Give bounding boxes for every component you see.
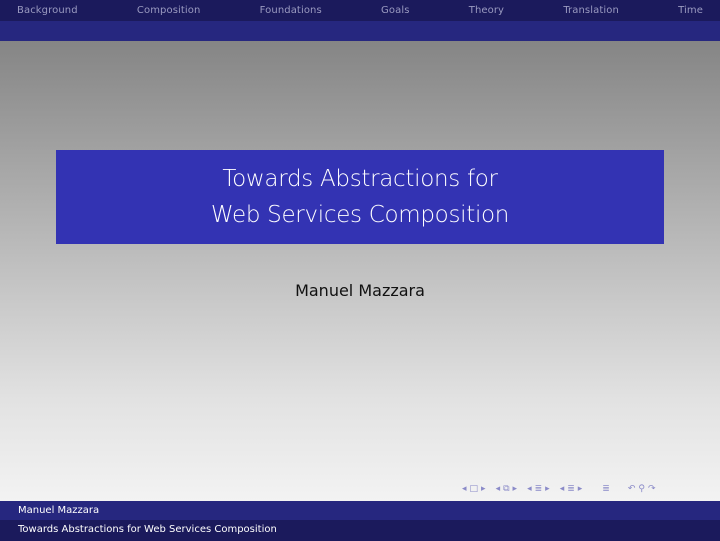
frame-prev-icon[interactable]: ◂ xyxy=(462,484,467,494)
slide-title-line-2: Web Services Composition xyxy=(210,202,510,228)
subframe-next-icon[interactable]: ▸ xyxy=(513,484,518,494)
subsection-next-icon[interactable]: ▸ xyxy=(578,484,583,494)
slide-title-line-1: Towards Abstractions for xyxy=(222,166,498,192)
back-icon[interactable]: ↶ xyxy=(628,484,636,494)
nav-section-foundations[interactable]: Foundations xyxy=(260,5,322,16)
forward-icon[interactable]: ↷ xyxy=(648,484,656,494)
nav-section-time[interactable]: Time xyxy=(678,5,703,16)
subsection-icon[interactable]: ≣ xyxy=(567,484,575,494)
section-prev-icon[interactable]: ◂ xyxy=(527,484,532,494)
section-navigation: Background Composition Foundations Goals… xyxy=(0,0,720,21)
frame-next-icon[interactable]: ▸ xyxy=(481,484,486,494)
footer-title: Towards Abstractions for Web Services Co… xyxy=(0,520,720,541)
nav-section-theory[interactable]: Theory xyxy=(469,5,504,16)
document-icon[interactable]: ≣ xyxy=(602,484,610,494)
footer-author: Manuel Mazzara xyxy=(0,501,720,520)
slide-author: Manuel Mazzara xyxy=(295,281,425,300)
slide-background xyxy=(0,41,720,501)
section-next-icon[interactable]: ▸ xyxy=(545,484,550,494)
frame-icon[interactable]: □ xyxy=(470,484,479,494)
section-icon[interactable]: ≣ xyxy=(535,484,543,494)
nav-section-composition[interactable]: Composition xyxy=(137,5,201,16)
nav-section-goals[interactable]: Goals xyxy=(381,5,409,16)
subsection-prev-icon[interactable]: ◂ xyxy=(560,484,565,494)
search-icon[interactable]: ⚲ xyxy=(638,484,645,494)
nav-section-background[interactable]: Background xyxy=(17,5,78,16)
title-box: Towards Abstractions for Web Services Co… xyxy=(56,150,664,244)
beamer-navigation-symbols: ◂ □ ▸ ◂ ⧉ ▸ ◂ ≣ ▸ ◂ ≣ ▸ ≣ ↶ ⚲ ↷ xyxy=(462,484,662,494)
nav-section-translation[interactable]: Translation xyxy=(563,5,619,16)
subframe-prev-icon[interactable]: ◂ xyxy=(496,484,501,494)
subsection-bar xyxy=(0,21,720,41)
subframe-icon[interactable]: ⧉ xyxy=(503,484,509,494)
